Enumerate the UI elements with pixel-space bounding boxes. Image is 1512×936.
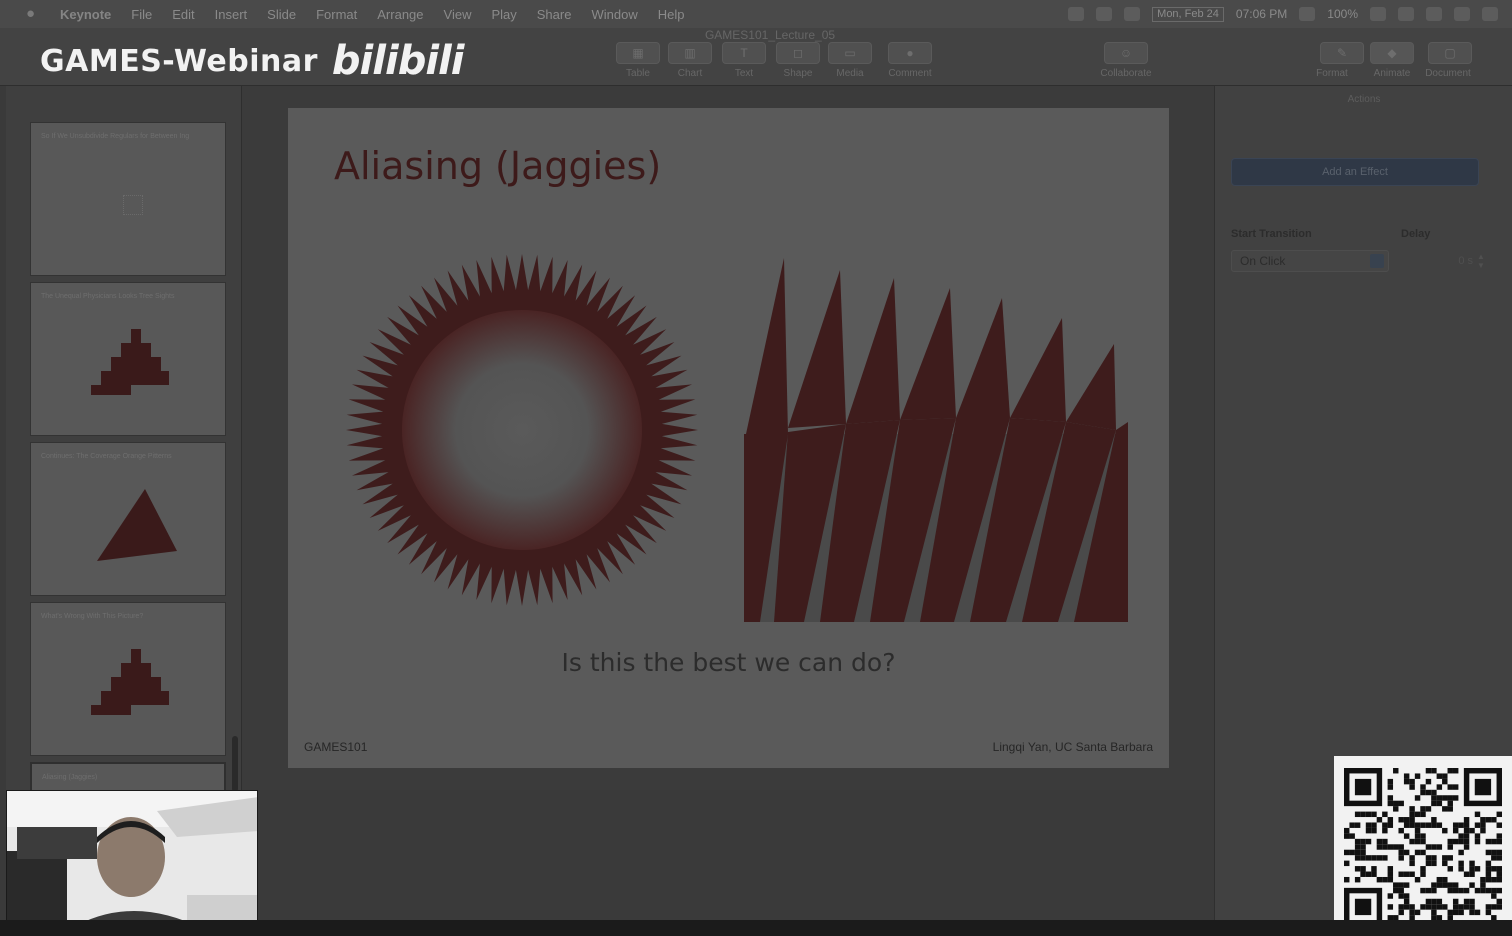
slide-navigator: So If We Unsubdivide Regulars for Betwee…: [6, 86, 242, 792]
status-record-icon[interactable]: [1124, 7, 1141, 21]
menu-slide[interactable]: Slide: [267, 7, 296, 22]
slide-thumbnail[interactable]: What's Wrong With This Picture?: [30, 602, 226, 756]
slide-title[interactable]: Aliasing (Jaggies): [334, 144, 661, 188]
delay-input[interactable]: 0 s: [1413, 250, 1473, 272]
notification-center-icon[interactable]: [1482, 7, 1498, 21]
text-icon: T: [740, 46, 748, 60]
document-button-label: Document: [1425, 68, 1471, 79]
slide-question-text[interactable]: Is this the best we can do?: [288, 648, 1169, 677]
chart-button[interactable]: ▥: [668, 42, 712, 64]
bilibili-logo: bilibili: [331, 38, 465, 84]
volume-icon[interactable]: [1398, 7, 1414, 21]
table-button[interactable]: ▦: [616, 42, 660, 64]
menu-view[interactable]: View: [444, 7, 472, 22]
slide-thumbnail[interactable]: The Unequal Physicians Looks Tree Sights: [30, 282, 226, 436]
slide[interactable]: Aliasing (Jaggies) Is this the best we c…: [288, 108, 1169, 768]
add-effect-button[interactable]: Add an Effect: [1231, 158, 1479, 186]
status-area: Mon, Feb 24 07:06 PM 100%: [1068, 0, 1498, 28]
table-button-label: Table: [626, 68, 650, 79]
start-transition-value: On Click: [1240, 254, 1286, 268]
presenter-video: [7, 791, 257, 929]
collaborate-button-label: Collaborate: [1100, 68, 1152, 79]
status-app-icon[interactable]: [1068, 7, 1085, 21]
slide-thumbnail-title: Aliasing (Jaggies): [42, 774, 98, 781]
document-button[interactable]: ▢: [1428, 42, 1472, 64]
pixel-pyramid-shape: [91, 649, 181, 729]
menu-arrange[interactable]: Arrange: [377, 7, 423, 22]
slide-thumbnail[interactable]: Continues: The Coverage Orange Pitterns: [30, 442, 226, 596]
collaborate-button[interactable]: ☺: [1104, 42, 1148, 64]
media-icon: ▭: [844, 46, 856, 60]
format-button-label: Format: [1316, 68, 1348, 79]
comment-button-label: Comment: [888, 68, 932, 79]
menu-play[interactable]: Play: [491, 7, 516, 22]
webcam-overlay: [6, 790, 258, 930]
games-webinar-watermark: GAMES-Webinar bilibili: [40, 38, 465, 84]
document-icon: ▢: [1444, 46, 1456, 60]
triangle-shape: [97, 489, 177, 561]
delay-label: Delay: [1401, 228, 1431, 240]
menu-bar: ● Keynote File Edit Insert Slide Format …: [0, 0, 1512, 28]
slide-thumbnail-title: What's Wrong With This Picture?: [41, 613, 144, 620]
date-display[interactable]: Mon, Feb 24: [1152, 6, 1224, 22]
media-button[interactable]: ▭: [828, 42, 872, 64]
menu-help[interactable]: Help: [658, 7, 685, 22]
comment-button[interactable]: ●: [888, 42, 932, 64]
text-button[interactable]: T: [722, 42, 766, 64]
shape-icon: ◻: [793, 46, 803, 60]
bottom-strip: [0, 920, 1512, 936]
chart-button-label: Chart: [677, 68, 703, 79]
menu-insert[interactable]: Insert: [215, 7, 248, 22]
qr-code-pattern: [1344, 768, 1502, 926]
menu-window[interactable]: Window: [591, 7, 637, 22]
apple-icon[interactable]: ●: [26, 6, 42, 22]
dotted-grid-shape: [123, 195, 143, 215]
animate-button-label: Animate: [1373, 68, 1411, 79]
slide-thumbnail-title: The Unequal Physicians Looks Tree Sights: [41, 293, 175, 300]
search-icon[interactable]: [1426, 7, 1442, 21]
slide-footer-author: Lingqi Yan, UC Santa Barbara: [992, 740, 1153, 754]
text-button-label: Text: [734, 68, 754, 79]
aliased-starburst-image[interactable]: [344, 252, 700, 608]
aliased-spikes-image[interactable]: [744, 258, 1128, 622]
siri-icon[interactable]: [1454, 7, 1470, 21]
battery-icon[interactable]: [1370, 7, 1386, 21]
delay-stepper[interactable]: ▲ ▼: [1477, 252, 1487, 270]
screen: ● Keynote File Edit Insert Slide Format …: [0, 0, 1512, 936]
chevron-down-icon: [1370, 254, 1384, 268]
animate-icon: ◆: [1387, 46, 1397, 60]
format-icon: ✎: [1336, 46, 1348, 60]
menu-file[interactable]: File: [131, 7, 152, 22]
start-transition-label: Start Transition: [1231, 228, 1312, 240]
qr-code: [1334, 756, 1512, 936]
watermark-text: GAMES-Webinar: [40, 43, 318, 79]
slide-thumbnail[interactable]: So If We Unsubdivide Regulars for Betwee…: [30, 122, 226, 276]
app-menu[interactable]: Keynote: [60, 7, 111, 22]
media-button-label: Media: [836, 68, 864, 79]
slide-thumbnail-title: Continues: The Coverage Orange Pitterns: [41, 453, 172, 460]
format-button[interactable]: ✎: [1320, 42, 1364, 64]
animate-button[interactable]: ◆: [1370, 42, 1414, 64]
start-transition-select[interactable]: On Click: [1231, 250, 1389, 272]
document-title: GAMES101_Lecture_05: [704, 28, 836, 42]
shape-button-label: Shape: [783, 68, 813, 79]
clock[interactable]: 07:06 PM: [1236, 7, 1287, 21]
wifi-icon[interactable]: [1299, 7, 1316, 21]
slide-thumbnail-selected[interactable]: Aliasing (Jaggies): [30, 762, 226, 792]
collaborate-icon: ☺: [1119, 46, 1133, 60]
table-icon: ▦: [632, 46, 644, 60]
pixel-pyramid-shape: [91, 329, 181, 409]
status-dropbox-icon[interactable]: [1096, 7, 1113, 21]
menu-share[interactable]: Share: [537, 7, 572, 22]
chart-icon: ▥: [684, 46, 696, 60]
comment-icon: ●: [906, 46, 914, 60]
menu-edit[interactable]: Edit: [172, 7, 194, 22]
slide-thumbnail-title: So If We Unsubdivide Regulars for Betwee…: [41, 133, 190, 140]
menu-format[interactable]: Format: [316, 7, 357, 22]
inspector-tab-actions[interactable]: Actions: [1215, 94, 1512, 105]
shape-button[interactable]: ◻: [776, 42, 820, 64]
navigator-scrollbar[interactable]: [232, 736, 238, 792]
slide-footer-course: GAMES101: [304, 740, 368, 754]
battery-percent: 100%: [1327, 7, 1358, 21]
